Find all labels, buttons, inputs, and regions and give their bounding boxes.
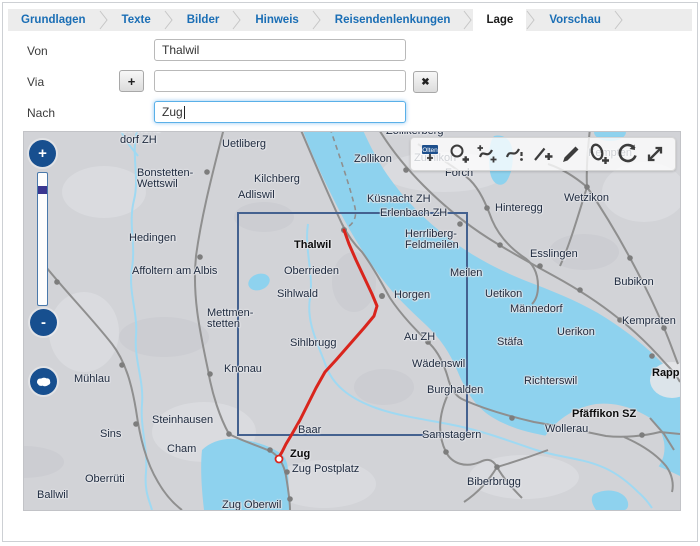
chevron-separator-icon: [463, 9, 473, 31]
minus-icon: -: [41, 314, 46, 331]
von-label: Von: [27, 44, 48, 58]
map-drawing-toolbar: Olten: [410, 137, 676, 171]
tab-vorschau[interactable]: Vorschau: [536, 9, 614, 31]
via-input[interactable]: [154, 70, 406, 92]
fullscreen-icon[interactable]: [643, 142, 667, 166]
tab-label: Reisendenlenkungen: [335, 14, 451, 26]
wizard-tabbar: Grundlagen Texte Bilder Hinweis Reisende…: [8, 9, 692, 31]
draw-pencil-icon[interactable]: [559, 142, 583, 166]
add-route-icon[interactable]: [475, 142, 499, 166]
tabbar-filler: [624, 9, 692, 31]
von-value: Thalwil: [162, 43, 199, 57]
add-ellipse-icon[interactable]: [587, 142, 611, 166]
nach-value: Zug: [162, 105, 183, 119]
tab-label: Vorschau: [549, 14, 601, 26]
tab-grundlagen[interactable]: Grundlagen: [8, 9, 99, 31]
chevron-separator-icon: [526, 9, 536, 31]
tab-label: Bilder: [187, 14, 220, 26]
close-icon: ✖: [421, 77, 429, 88]
via-remove-button[interactable]: ✖: [413, 71, 438, 93]
refresh-icon[interactable]: [615, 142, 639, 166]
add-line-icon[interactable]: [531, 142, 555, 166]
page: Grundlagen Texte Bilder Hinweis Reisende…: [2, 2, 698, 542]
zoom-out-button[interactable]: -: [30, 309, 57, 336]
tab-label: Texte: [122, 14, 151, 26]
tab-label: Grundlagen: [21, 14, 86, 26]
tab-bilder[interactable]: Bilder: [174, 9, 233, 31]
via-label: Via: [27, 75, 44, 89]
plus-icon: +: [128, 74, 136, 89]
nach-input[interactable]: Zug: [154, 101, 406, 123]
map-canvas: [24, 132, 680, 510]
chevron-separator-icon: [614, 9, 624, 31]
chevron-separator-icon: [312, 9, 322, 31]
chevron-separator-icon: [164, 9, 174, 31]
von-input[interactable]: Thalwil: [154, 39, 406, 61]
swiss-extent-button[interactable]: [30, 368, 57, 395]
plus-icon: +: [38, 145, 47, 162]
add-point-icon[interactable]: [447, 142, 471, 166]
tab-texte[interactable]: Texte: [109, 9, 164, 31]
svg-text:Olten: Olten: [422, 147, 438, 154]
tab-lage[interactable]: Lage: [473, 9, 526, 31]
add-named-marker-icon[interactable]: Olten: [419, 142, 443, 166]
chevron-separator-icon: [232, 9, 242, 31]
text-caret: [184, 106, 185, 119]
route-map[interactable]: Birmens- dorf ZHUetlibergZollikerbergZol…: [23, 131, 681, 511]
tab-label: Lage: [486, 14, 513, 26]
tab-label: Hinweis: [255, 14, 298, 26]
zoom-slider-handle[interactable]: [38, 186, 47, 194]
chevron-separator-icon: [99, 9, 109, 31]
zoom-in-button[interactable]: +: [29, 140, 56, 167]
nach-label: Nach: [27, 106, 55, 120]
route-end-marker: [276, 456, 283, 463]
zoom-slider[interactable]: [37, 172, 48, 306]
swiss-flag-icon: [35, 376, 52, 388]
edit-route-icon[interactable]: [503, 142, 527, 166]
tab-hinweis[interactable]: Hinweis: [242, 9, 311, 31]
via-add-button[interactable]: +: [119, 70, 144, 92]
tab-reisendenlenkungen[interactable]: Reisendenlenkungen: [322, 9, 464, 31]
